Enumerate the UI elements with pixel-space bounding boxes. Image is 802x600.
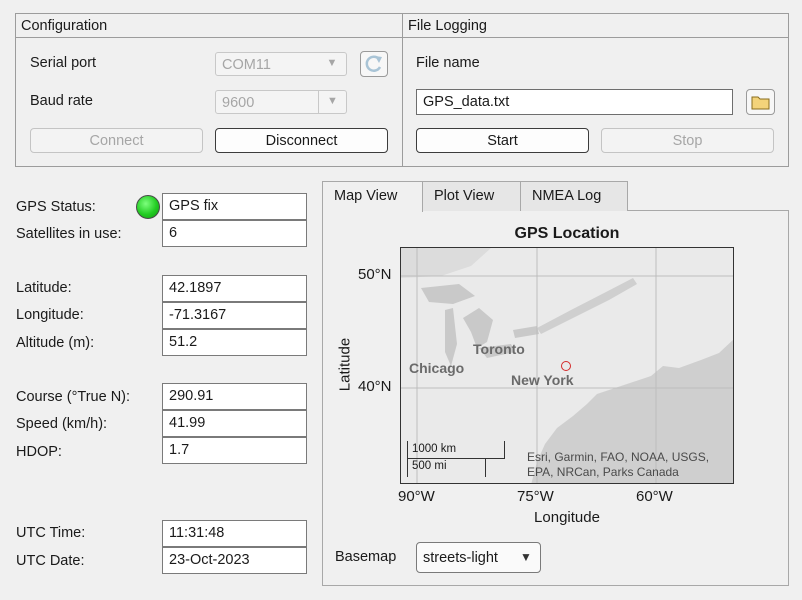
scale-bar-mi: 500 mi: [412, 460, 447, 472]
gps-status-lamp: [136, 195, 160, 219]
basemap-dropdown[interactable]: streets-light ▼: [416, 542, 541, 573]
longitude-label: Longitude:: [16, 307, 84, 323]
chevron-down-icon: ▼: [520, 550, 532, 564]
baud-rate-label: Baud rate: [30, 93, 93, 109]
course-label: Course (°True N):: [16, 389, 131, 405]
city-label-new-york: New York: [511, 372, 574, 388]
stop-logging-button[interactable]: Stop: [601, 128, 774, 153]
tab-nmea-log[interactable]: NMEA Log: [520, 181, 628, 211]
latitude-field: 42.1897: [162, 275, 307, 302]
map-x-axis-label: Longitude: [534, 509, 600, 526]
file-logging-panel-title: File Logging: [403, 14, 788, 38]
chevron-down-icon: ▼: [318, 91, 346, 113]
latitude-label: Latitude:: [16, 280, 72, 296]
map-axes[interactable]: Chicago Toronto New York 1000 km 500 mi …: [400, 247, 734, 484]
altitude-label: Altitude (m):: [16, 335, 95, 351]
configuration-panel-title: Configuration: [16, 14, 402, 38]
serial-port-dropdown[interactable]: COM11 ▼: [215, 52, 347, 76]
basemap-label: Basemap: [335, 549, 397, 565]
map-attribution-line-2: EPA, NRCan, Parks Canada: [527, 465, 679, 479]
utc-time-label: UTC Time:: [16, 525, 86, 541]
satellites-label: Satellites in use:: [16, 226, 122, 242]
gps-status-field: GPS fix: [162, 193, 307, 220]
utc-date-field: 23-Oct-2023: [162, 547, 307, 574]
scale-bar-km: 1000 km: [412, 443, 457, 455]
tab-bar: Map View Plot View NMEA Log: [322, 181, 789, 212]
altitude-field: 51.2: [162, 329, 307, 356]
speed-field: 41.99: [162, 410, 307, 437]
browse-file-button[interactable]: [746, 89, 775, 115]
map-attribution: Esri, Garmin, FAO, NOAA, USGS, EPA, NRCa…: [527, 450, 709, 480]
lon-tick-75w: 75°W: [517, 488, 554, 505]
chevron-down-icon: ▼: [326, 57, 338, 69]
folder-icon: [751, 96, 770, 110]
map-title: GPS Location: [514, 225, 620, 242]
map-attribution-line-1: Esri, Garmin, FAO, NOAA, USGS,: [527, 450, 710, 464]
city-label-toronto: Toronto: [473, 341, 525, 357]
lon-tick-90w: 90°W: [398, 488, 435, 505]
start-logging-button[interactable]: Start: [416, 128, 589, 153]
tab-plot-view[interactable]: Plot View: [422, 181, 521, 211]
lat-tick-40n: 40°N: [358, 378, 392, 395]
utc-time-field: 11:31:48: [162, 520, 307, 547]
disconnect-button[interactable]: Disconnect: [215, 128, 388, 153]
lat-tick-50n: 50°N: [358, 266, 392, 283]
connect-button[interactable]: Connect: [30, 128, 203, 153]
file-name-label: File name: [416, 55, 480, 71]
speed-label: Speed (km/h):: [16, 416, 108, 432]
file-name-input[interactable]: GPS_data.txt: [416, 89, 733, 115]
gps-status-label: GPS Status:: [16, 199, 96, 215]
serial-port-value: COM11: [222, 57, 271, 73]
gps-position-marker: [561, 361, 571, 371]
basemap-value: streets-light: [423, 550, 498, 566]
refresh-ports-button[interactable]: [360, 51, 388, 77]
utc-date-label: UTC Date:: [16, 553, 85, 569]
hdop-label: HDOP:: [16, 444, 62, 460]
baud-rate-dropdown[interactable]: 9600 ▼: [215, 90, 347, 114]
baud-rate-value: 9600: [222, 95, 255, 111]
longitude-field: -71.3167: [162, 302, 307, 329]
city-label-chicago: Chicago: [409, 360, 465, 376]
serial-port-label: Serial port: [30, 55, 97, 71]
tab-map-view[interactable]: Map View: [322, 181, 423, 212]
map-y-axis-label: Latitude: [336, 337, 354, 392]
scale-bar: 1000 km 500 mi: [407, 441, 505, 477]
hdop-field: 1.7: [162, 437, 307, 464]
satellites-field: 6: [162, 220, 307, 247]
refresh-icon: [365, 55, 382, 72]
course-field: 290.91: [162, 383, 307, 410]
lon-tick-60w: 60°W: [636, 488, 673, 505]
